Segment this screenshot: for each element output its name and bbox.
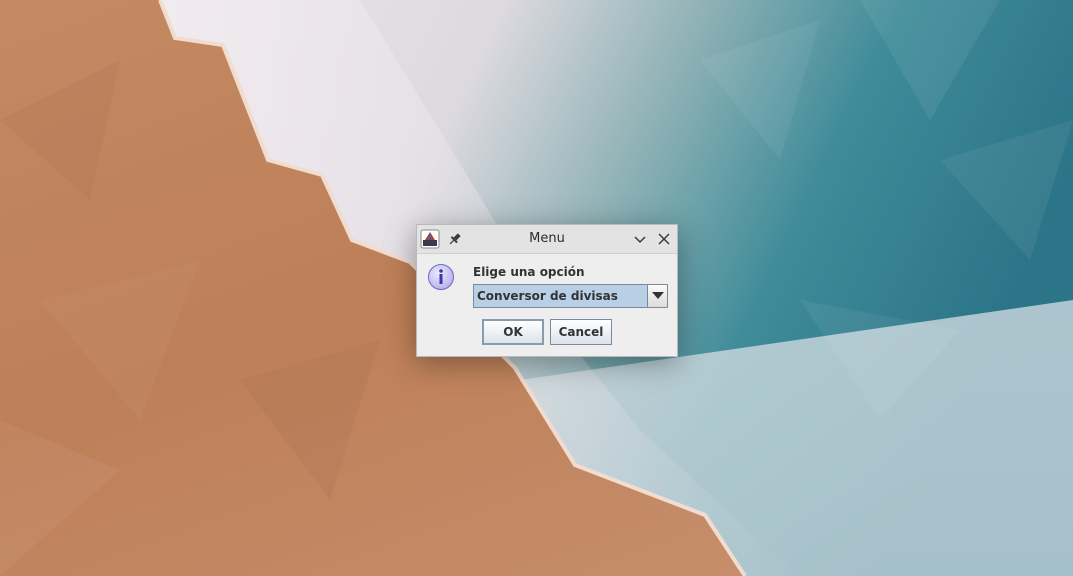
prompt-label: Elige una opción xyxy=(473,265,585,279)
cancel-button[interactable]: Cancel xyxy=(550,319,612,345)
dropdown-arrow-icon xyxy=(652,292,664,299)
dialog-titlebar[interactable]: Menu xyxy=(417,225,677,254)
ok-button[interactable]: OK xyxy=(482,319,544,345)
menu-dialog: Menu Elige una opción Conversor de divis… xyxy=(416,224,678,357)
chevron-down-icon[interactable] xyxy=(631,230,649,248)
option-combobox[interactable]: Conversor de divisas xyxy=(473,284,668,308)
close-icon[interactable] xyxy=(655,230,673,248)
info-icon xyxy=(427,263,455,291)
java-app-icon[interactable] xyxy=(420,229,440,249)
combobox-selected-value: Conversor de divisas xyxy=(477,289,618,303)
dropdown-arrow-button[interactable] xyxy=(647,285,667,307)
pin-icon[interactable] xyxy=(447,231,463,247)
dialog-title: Menu xyxy=(529,231,565,246)
